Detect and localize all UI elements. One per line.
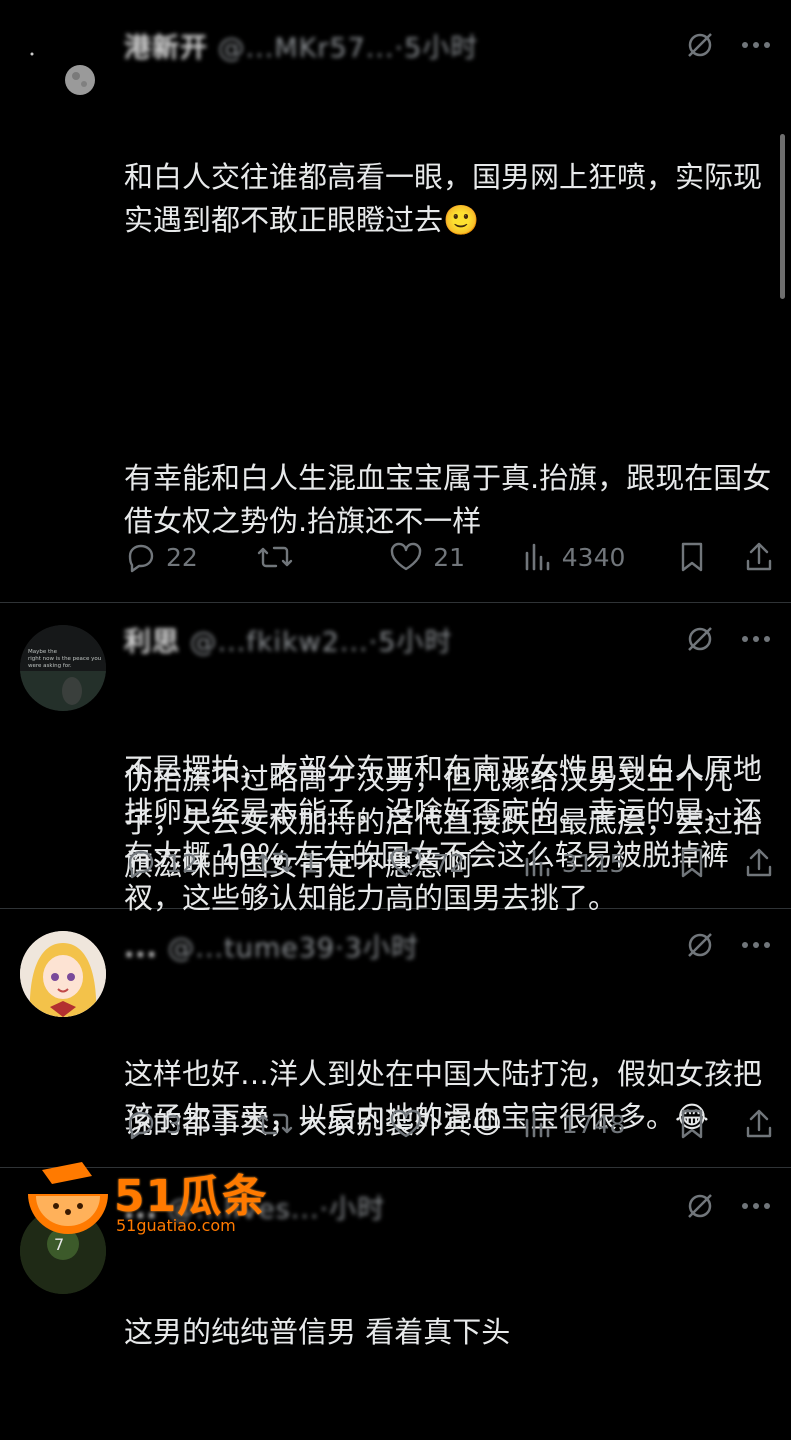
like-icon: [390, 542, 422, 571]
reply-count: 3: [166, 1109, 182, 1139]
like-count: 21: [433, 542, 465, 572]
avatar[interactable]: [20, 20, 106, 106]
view-count: 3115: [561, 848, 626, 878]
anime-avatar-image: [20, 931, 106, 1017]
views-button[interactable]: 1748: [522, 1108, 626, 1140]
repost-button[interactable]: [257, 541, 337, 573]
post-2[interactable]: Maybe the right now is the peace you wer…: [0, 603, 791, 915]
repost-icon: [257, 546, 292, 568]
repost-icon: [257, 852, 292, 874]
share-icon[interactable]: [744, 541, 774, 573]
author-line[interactable]: 港新开 @...MKr57...·5小时: [124, 26, 675, 65]
view-count: 4340: [561, 542, 626, 572]
reply-icon: [128, 850, 154, 879]
watermelon-logo-icon: [28, 1162, 108, 1234]
post-text: 这男的纯纯普信男 看着真下头: [124, 1225, 774, 1440]
share-icon[interactable]: [744, 847, 774, 879]
share-icon[interactable]: [744, 1108, 774, 1140]
like-button[interactable]: 21: [389, 541, 469, 573]
like-button[interactable]: [389, 1108, 469, 1140]
more-icon[interactable]: [741, 41, 771, 49]
quote-avatar-image: Maybe the right now is the peace you wer…: [20, 625, 106, 711]
author-name[interactable]: 港新开: [124, 33, 208, 64]
bookmark-icon[interactable]: [678, 847, 706, 879]
paragraph: 这男的纯纯普信男 看着真下头: [124, 1315, 511, 1349]
action-bar: 22 21 4340: [124, 537, 774, 577]
grok-icon[interactable]: [685, 30, 715, 60]
svg-text:were asking for.: were asking for.: [28, 663, 72, 669]
grok-icon[interactable]: [685, 930, 715, 960]
action-bar: 3 1748: [124, 1104, 774, 1144]
bookmark-icon[interactable]: [678, 1108, 706, 1140]
grok-icon[interactable]: [685, 624, 715, 654]
like-icon: [390, 1109, 422, 1138]
avatar[interactable]: Maybe the right now is the peace you wer…: [20, 625, 106, 711]
post-header: 港新开 @...MKr57...·5小时: [124, 26, 771, 65]
repost-count: 1: [302, 848, 319, 878]
bookmark-icon[interactable]: [678, 541, 706, 573]
watermark-url: 51guatiao.com: [116, 1216, 236, 1235]
author-handle[interactable]: @...MKr57...·5小时: [218, 33, 479, 64]
reply-button[interactable]: 22: [124, 541, 204, 573]
view-count: 1748: [561, 1109, 626, 1139]
reply-icon: [128, 544, 154, 573]
timeline-feed: 港新开 @...MKr57...·5小时 和白人交往谁都高看一眼，国男网上狂喷，…: [0, 0, 791, 1349]
like-count: 72: [433, 848, 465, 878]
more-icon[interactable]: [741, 1202, 771, 1210]
grok-icon[interactable]: [685, 1191, 715, 1221]
author-line[interactable]: ... @...tume39·3小时: [124, 926, 675, 965]
views-button[interactable]: 3115: [522, 847, 626, 879]
author-line[interactable]: 利思 @...fkikw2...·5小时: [124, 620, 675, 659]
more-icon[interactable]: [741, 941, 771, 949]
more-icon[interactable]: [741, 635, 771, 643]
avatar[interactable]: [20, 931, 106, 1017]
action-bar: 12 1 72 3115: [124, 843, 774, 883]
author-handle[interactable]: @...tume39·3小时: [167, 933, 418, 964]
reply-button[interactable]: 3: [124, 1108, 204, 1140]
views-button[interactable]: 4340: [522, 541, 626, 573]
post-3[interactable]: ... @...tume39·3小时 这样也好…洋人到处在中国大陆打泡，假如女孩…: [0, 909, 791, 1168]
scrollbar-thumb[interactable]: [780, 134, 785, 299]
author-name[interactable]: 利思: [124, 627, 180, 658]
author-name[interactable]: ...: [124, 933, 158, 964]
moon-avatar-image: [20, 20, 106, 106]
post-header: 利思 @...fkikw2...·5小时: [124, 620, 771, 659]
repost-icon: [257, 1113, 292, 1135]
post-1[interactable]: 港新开 @...MKr57...·5小时 和白人交往谁都高看一眼，国男网上狂喷，…: [0, 0, 791, 1140]
like-icon: [390, 848, 422, 877]
views-icon: [525, 1110, 550, 1138]
like-button[interactable]: 72: [389, 847, 469, 879]
paragraph: 和白人交往谁都高看一眼，国男网上狂喷，实际现实遇到都不敢正眼瞪过去🙂: [124, 160, 763, 237]
svg-text:Maybe the: Maybe the: [28, 649, 58, 655]
author-handle[interactable]: @...fkikw2...·5小时: [190, 627, 453, 658]
repost-button[interactable]: 1: [257, 847, 337, 879]
views-icon: [525, 849, 550, 877]
watermark-brand: 51瓜条: [114, 1171, 268, 1222]
site-watermark: 51瓜条 51guatiao.com: [22, 1158, 282, 1248]
post-header: ... @...tume39·3小时: [124, 926, 771, 965]
reply-icon: [128, 1111, 154, 1140]
reply-button[interactable]: 12: [124, 847, 204, 879]
repost-button[interactable]: [257, 1108, 337, 1140]
reply-count: 22: [166, 542, 198, 572]
svg-text:right now is the peace you: right now is the peace you: [28, 656, 101, 662]
paragraph: 有幸能和白人生混血宝宝属于真.抬旗，跟现在国女借女权之势伪.抬旗还不一样: [124, 461, 772, 538]
reply-count: 12: [166, 848, 198, 878]
views-icon: [525, 543, 550, 571]
paragraph: 不是摆拍，大部分东亚和东南亚女性见到白人原地排卵已经是本能了，没啥好否定的。幸运…: [124, 752, 763, 915]
